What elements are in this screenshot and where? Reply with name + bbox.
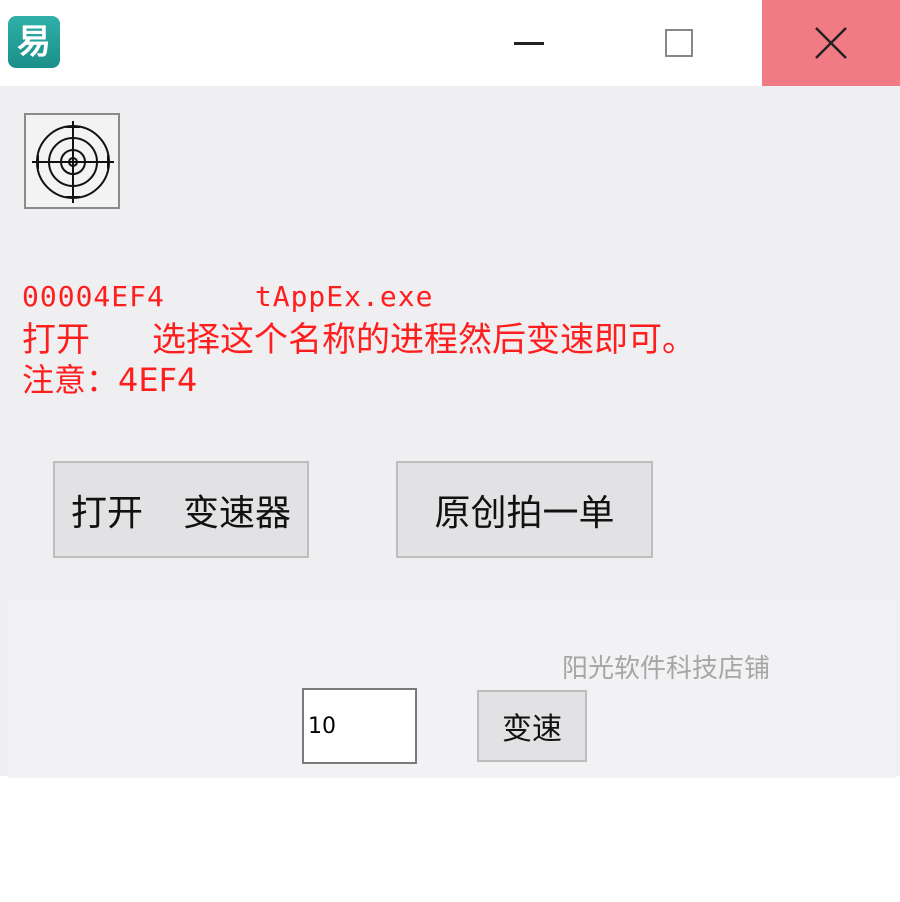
instruction-prefix: 打开 bbox=[22, 320, 90, 360]
target-picker[interactable] bbox=[24, 113, 120, 209]
close-button[interactable] bbox=[762, 0, 900, 86]
original-order-button[interactable]: 原创拍一单 bbox=[396, 461, 653, 558]
note-line: 注意：4EF4 bbox=[22, 361, 198, 399]
crosshair-target-icon bbox=[32, 121, 114, 203]
minimize-button[interactable] bbox=[460, 0, 598, 86]
lower-panel bbox=[8, 600, 896, 778]
process-id: 00004EF4 bbox=[22, 280, 165, 313]
close-icon bbox=[815, 27, 847, 59]
process-name: tAppEx.exe bbox=[254, 280, 434, 313]
process-info-line: 00004EF4 tAppEx.exe bbox=[22, 280, 433, 313]
open-speeder-button[interactable]: 打开 变速器 bbox=[53, 461, 309, 558]
instruction-line: 打开 选择这个名称的进程然后变速即可。 bbox=[22, 312, 696, 361]
apply-speed-button[interactable]: 变速 bbox=[477, 690, 587, 762]
open-speeder-label-b: 变速器 bbox=[183, 492, 292, 534]
title-bar: 易 bbox=[0, 0, 900, 86]
minimize-icon bbox=[514, 41, 544, 45]
open-speeder-label-a: 打开 bbox=[70, 492, 143, 534]
speed-multiplier-input[interactable] bbox=[302, 688, 417, 764]
shop-watermark: 阳光软件科技店铺 bbox=[562, 654, 771, 684]
maximize-icon bbox=[665, 29, 693, 57]
app-icon: 易 bbox=[8, 16, 60, 68]
maximize-button[interactable] bbox=[610, 0, 748, 86]
instruction-text: 选择这个名称的进程然后变速即可。 bbox=[152, 320, 696, 360]
